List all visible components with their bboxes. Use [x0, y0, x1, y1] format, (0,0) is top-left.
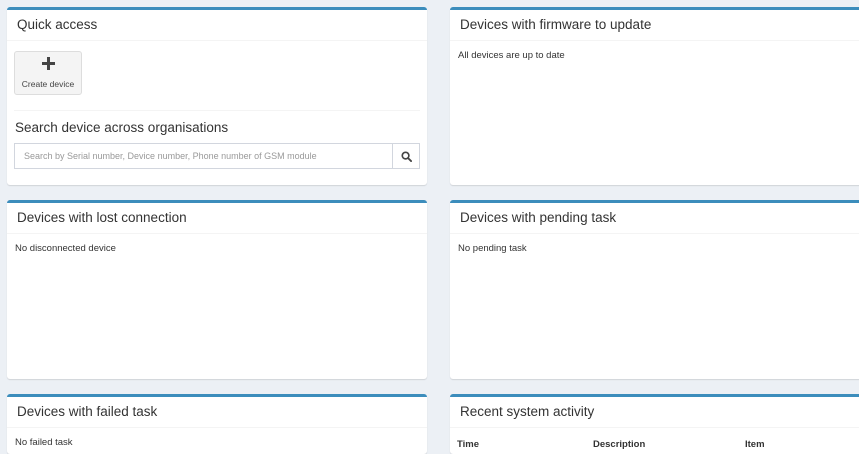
lost-connection-message: No disconnected device	[15, 243, 116, 254]
create-device-button[interactable]: Create device	[14, 51, 82, 95]
failed-task-panel: Devices with failed task No failed task	[7, 394, 427, 454]
lost-connection-title: Devices with lost connection	[7, 203, 427, 234]
search-device-group	[14, 143, 420, 169]
recent-activity-title: Recent system activity	[450, 397, 859, 428]
failed-task-title: Devices with failed task	[7, 397, 427, 428]
search-icon	[400, 150, 412, 162]
firmware-update-message: All devices are up to date	[458, 50, 565, 61]
recent-activity-body: Time Description Item	[450, 428, 859, 451]
plus-icon	[15, 57, 81, 74]
firmware-update-title: Devices with firmware to update	[450, 10, 859, 41]
pending-task-title: Devices with pending task	[450, 203, 859, 234]
pending-task-panel: Devices with pending task No pending tas…	[450, 200, 859, 379]
column-header-time: Time	[457, 438, 480, 450]
failed-task-message: No failed task	[15, 437, 73, 448]
recent-activity-header-row: Time Description Item	[450, 437, 859, 451]
quick-access-title: Quick access	[7, 10, 427, 41]
search-device-title: Search device across organisations	[15, 120, 229, 135]
pending-task-message: No pending task	[458, 243, 527, 254]
column-header-item: Item	[745, 438, 765, 450]
quick-access-panel: Quick access Create device Search device…	[7, 7, 427, 185]
search-device-input[interactable]	[14, 143, 392, 169]
create-device-label: Create device	[21, 79, 75, 89]
recent-activity-table: Time Description Item	[450, 437, 859, 451]
search-button[interactable]	[392, 143, 420, 169]
lost-connection-panel: Devices with lost connection No disconne…	[7, 200, 427, 379]
firmware-update-panel: Devices with firmware to update All devi…	[450, 7, 859, 185]
recent-activity-panel: Recent system activity Time Description …	[450, 394, 859, 454]
column-header-description: Description	[593, 438, 646, 450]
quick-access-divider	[14, 110, 420, 111]
